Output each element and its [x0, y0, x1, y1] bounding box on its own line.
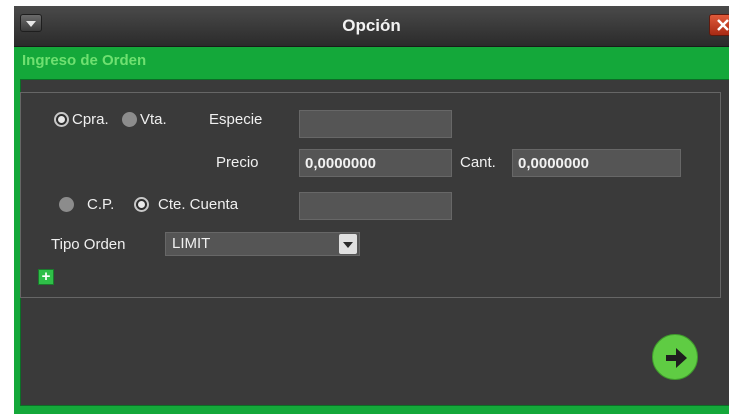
radio-cp-label: C.P.: [87, 196, 115, 213]
title-bar[interactable]: Opción: [14, 6, 729, 47]
cuenta-input[interactable]: [299, 192, 452, 220]
radio-cte-cuenta-label: Cte. Cuenta: [158, 196, 239, 213]
radio-cte-cuenta[interactable]: [134, 197, 149, 212]
chevron-down-icon[interactable]: [339, 234, 357, 254]
radio-sell-label: Vta.: [140, 111, 167, 128]
precio-label: Precio: [216, 154, 259, 171]
tipo-orden-label: Tipo Orden: [51, 236, 126, 253]
submit-order-button[interactable]: [652, 334, 698, 380]
cantidad-label: Cant.: [460, 154, 496, 171]
especie-label: Especie: [209, 111, 263, 128]
section-title: Ingreso de Orden: [22, 52, 147, 69]
close-button[interactable]: [709, 14, 729, 36]
arrow-right-icon: [666, 348, 687, 368]
radio-sell[interactable]: [122, 112, 137, 127]
radio-buy-label: Cpra.: [72, 111, 109, 128]
section-header: Ingreso de Orden: [14, 47, 729, 75]
especie-input[interactable]: [299, 110, 452, 138]
cantidad-input[interactable]: 0,0000000: [512, 149, 681, 177]
close-icon: [717, 19, 729, 31]
precio-input[interactable]: 0,0000000: [299, 149, 452, 177]
add-button[interactable]: +: [38, 269, 54, 285]
tipo-orden-select[interactable]: LIMIT: [165, 232, 360, 256]
radio-buy[interactable]: [54, 112, 69, 127]
window-title: Opción: [342, 16, 401, 35]
radio-cp[interactable]: [59, 197, 74, 212]
plus-icon: +: [41, 268, 51, 285]
tipo-orden-value: LIMIT: [172, 235, 211, 252]
